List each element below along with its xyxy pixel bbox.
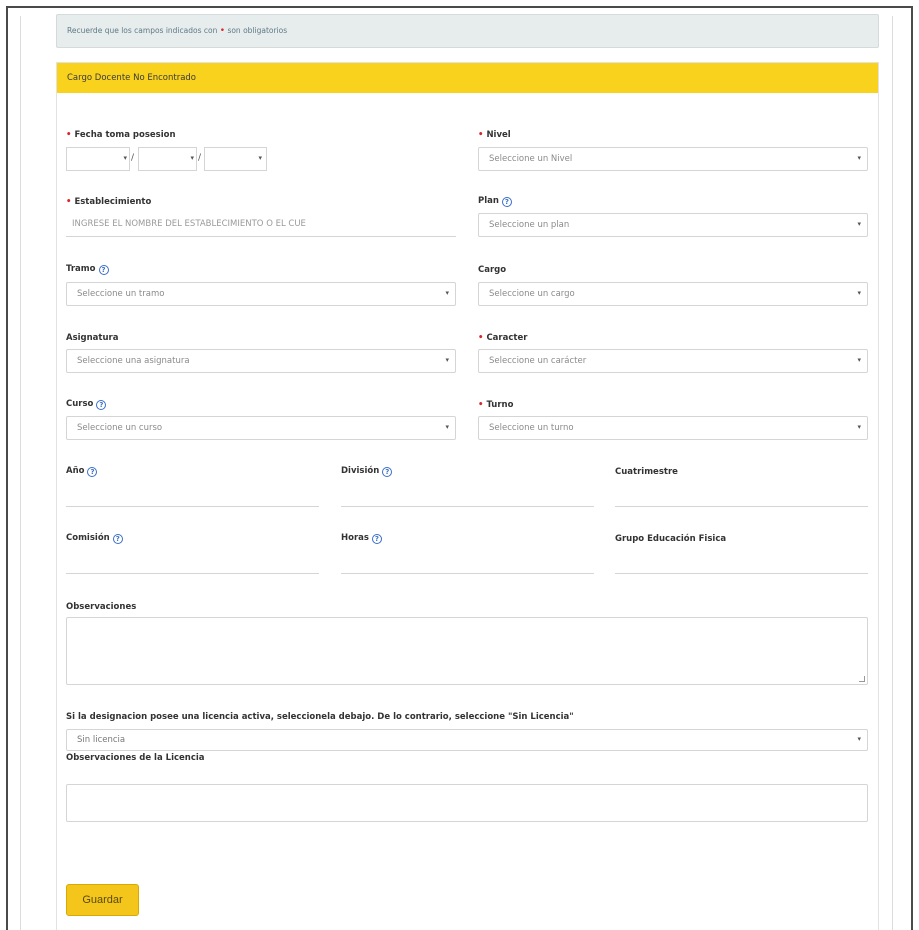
observaciones-textarea[interactable] bbox=[66, 617, 868, 685]
help-icon[interactable]: ? bbox=[112, 534, 123, 544]
grupo-input[interactable] bbox=[615, 573, 868, 574]
asignatura-label: Asignatura bbox=[66, 333, 119, 343]
left-guide bbox=[20, 16, 21, 930]
date-separator: / bbox=[131, 153, 135, 163]
horas-input[interactable] bbox=[341, 573, 594, 574]
fecha-day-select[interactable]: ▾ bbox=[66, 147, 130, 171]
chevron-down-icon: ▾ bbox=[190, 154, 194, 162]
fecha-month-select[interactable]: ▾ bbox=[138, 147, 197, 171]
observaciones-label: Observaciones bbox=[66, 602, 137, 612]
help-icon[interactable]: ? bbox=[96, 400, 107, 410]
chevron-down-icon: ▾ bbox=[857, 356, 861, 364]
plan-select[interactable]: Seleccione un plan ▾ bbox=[478, 213, 868, 237]
tramo-label: Tramo? bbox=[66, 264, 109, 275]
curso-label: Curso? bbox=[66, 399, 107, 410]
required-dot-icon: • bbox=[478, 130, 484, 140]
licencia-select[interactable]: Sin licencia ▾ bbox=[66, 729, 868, 751]
obs-licencia-label: Observaciones de la Licencia bbox=[66, 753, 205, 763]
nivel-label: • Nivel bbox=[478, 130, 511, 140]
chevron-down-icon: ▾ bbox=[445, 356, 449, 364]
chevron-down-icon: ▾ bbox=[123, 154, 127, 162]
cuatrimestre-input[interactable] bbox=[615, 506, 868, 507]
help-icon[interactable]: ? bbox=[382, 467, 393, 477]
date-separator: / bbox=[198, 153, 202, 163]
chevron-down-icon: ▾ bbox=[857, 289, 861, 297]
division-input[interactable] bbox=[341, 506, 594, 507]
required-dot-icon: • bbox=[66, 197, 72, 207]
turno-select[interactable]: Seleccione un turno ▾ bbox=[478, 416, 868, 440]
licencia-label: Si la designacion posee una licencia act… bbox=[66, 712, 574, 722]
nivel-select[interactable]: Seleccione un Nivel ▾ bbox=[478, 147, 868, 171]
establecimiento-label: • Establecimiento bbox=[66, 197, 152, 207]
asignatura-select[interactable]: Seleccione una asignatura ▾ bbox=[66, 349, 456, 373]
chevron-down-icon: ▾ bbox=[445, 289, 449, 297]
required-dot-icon: • bbox=[66, 130, 72, 140]
save-button[interactable]: Guardar bbox=[66, 884, 139, 916]
tramo-select[interactable]: Seleccione un tramo ▾ bbox=[66, 282, 456, 306]
chevron-down-icon: ▾ bbox=[445, 423, 449, 431]
cargo-label: Cargo bbox=[478, 265, 507, 275]
required-dot-icon: • bbox=[478, 400, 484, 410]
chevron-down-icon: ▾ bbox=[857, 220, 861, 228]
plan-label: Plan? bbox=[478, 196, 512, 207]
turno-label: • Turno bbox=[478, 400, 514, 410]
fecha-year-select[interactable]: ▾ bbox=[204, 147, 267, 171]
help-icon[interactable]: ? bbox=[98, 265, 109, 275]
caracter-select[interactable]: Seleccione un carácter ▾ bbox=[478, 349, 868, 373]
comision-input[interactable] bbox=[66, 573, 319, 574]
obs-licencia-input[interactable] bbox=[66, 784, 868, 822]
caracter-label: • Caracter bbox=[478, 333, 528, 343]
chevron-down-icon: ▾ bbox=[258, 154, 262, 162]
required-dot-icon: • bbox=[219, 26, 226, 36]
establecimiento-input[interactable]: INGRESE EL NOMBRE DEL ESTABLECIMIENTO O … bbox=[66, 213, 456, 237]
right-guide bbox=[892, 16, 893, 930]
chevron-down-icon: ▾ bbox=[857, 423, 861, 431]
cargo-select[interactable]: Seleccione un cargo ▾ bbox=[478, 282, 868, 306]
help-icon[interactable]: ? bbox=[501, 197, 512, 207]
chevron-down-icon: ▾ bbox=[857, 154, 861, 162]
card-title: Cargo Docente No Encontrado bbox=[67, 73, 196, 83]
resize-handle-icon[interactable] bbox=[859, 676, 865, 682]
grupo-label: Grupo Educación Fisica bbox=[615, 534, 727, 544]
chevron-down-icon: ▾ bbox=[857, 735, 861, 743]
anio-label: Año? bbox=[66, 466, 98, 477]
horas-label: Horas? bbox=[341, 533, 382, 544]
division-label: División? bbox=[341, 466, 393, 477]
comision-label: Comisión? bbox=[66, 533, 123, 544]
help-icon[interactable]: ? bbox=[87, 467, 98, 477]
curso-select[interactable]: Seleccione un curso ▾ bbox=[66, 416, 456, 440]
card-header: Cargo Docente No Encontrado bbox=[57, 63, 878, 93]
fecha-label: • Fecha toma posesion bbox=[66, 130, 176, 140]
help-icon[interactable]: ? bbox=[371, 534, 382, 544]
anio-input[interactable] bbox=[66, 506, 319, 507]
cuatrimestre-label: Cuatrimestre bbox=[615, 467, 678, 477]
required-dot-icon: • bbox=[478, 333, 484, 343]
required-fields-notice: Recuerde que los campos indicados con • … bbox=[56, 14, 879, 48]
